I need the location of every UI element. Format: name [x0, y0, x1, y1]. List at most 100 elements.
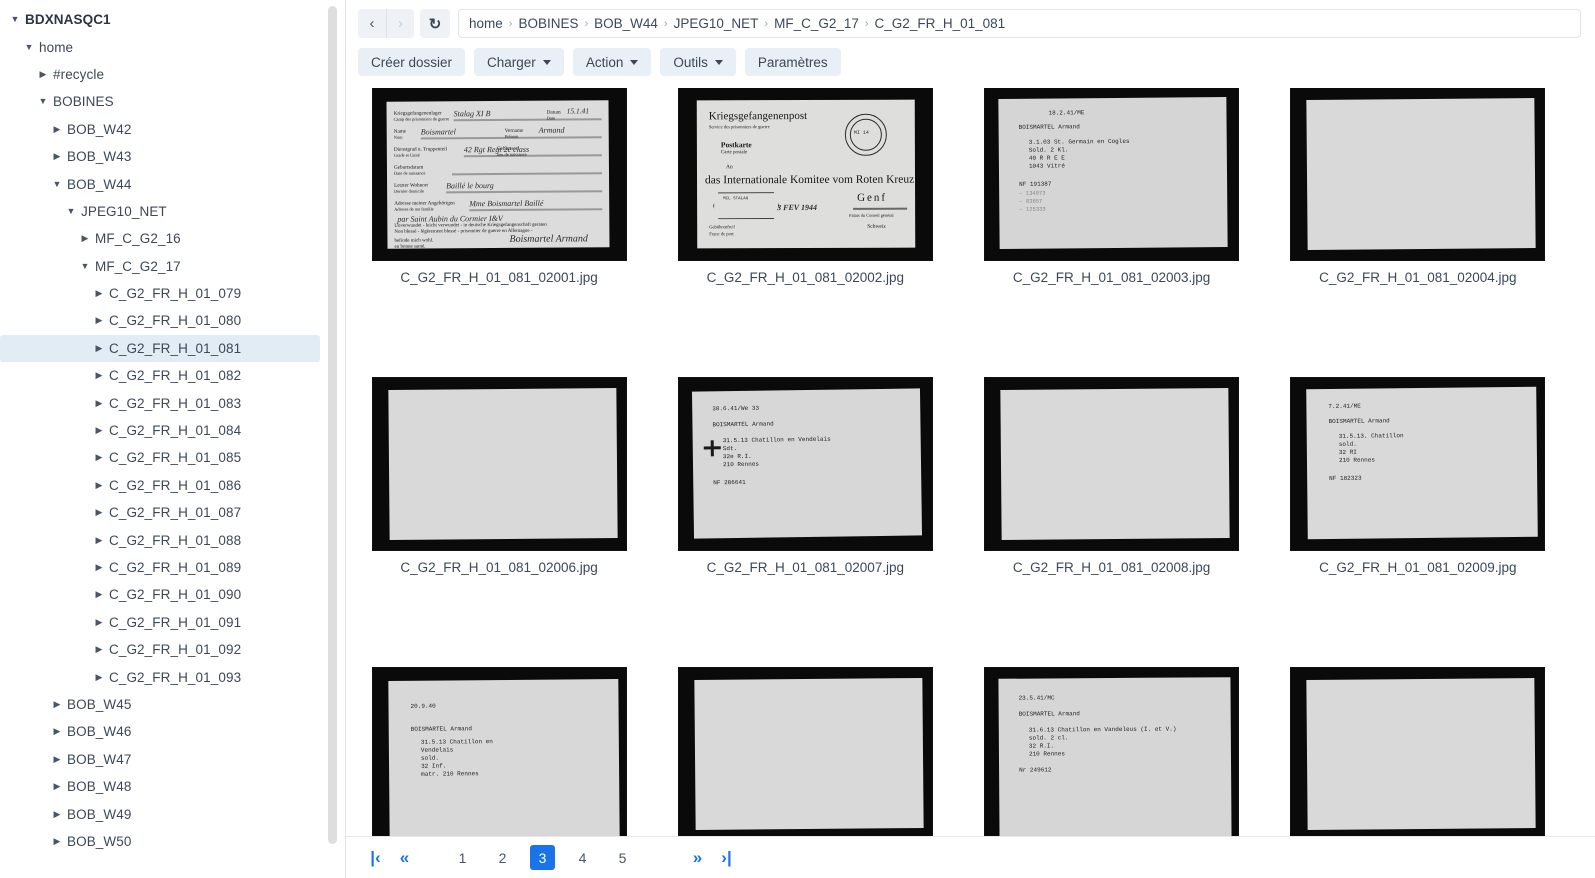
toolbar-button-param-tres[interactable]: Paramètres: [744, 48, 841, 76]
tree-item-bob-w50[interactable]: ▶ BOB_W50: [0, 828, 320, 855]
sidebar-scrollbar[interactable]: [328, 6, 337, 844]
toolbar-button-outils[interactable]: Outils: [660, 48, 736, 76]
tree-item-home[interactable]: ▼ home: [0, 33, 320, 60]
card-line-l3: 31.5.13 Chatillon en: [420, 738, 493, 746]
pagination-page-5[interactable]: 5: [610, 845, 635, 870]
tree-item-c-g2-fr-h-01-079[interactable]: ▶ C_G2_FR_H_01_079: [0, 280, 320, 307]
back-button[interactable]: ‹: [358, 9, 386, 38]
tree-item-bob-w44[interactable]: ▼ BOB_W44: [0, 170, 320, 197]
breadcrumb[interactable]: home › BOBINES › BOB_W44 › JPEG10_NET › MF_C_G2_…: [458, 9, 1581, 38]
thumbnail-item[interactable]: Kriegsgefangenenlager Camp des prisonnier…: [370, 88, 628, 287]
breadcrumb-item-3[interactable]: JPEG10_NET: [674, 16, 759, 31]
pagination-page-3[interactable]: 3: [530, 845, 555, 870]
chevron-right-icon[interactable]: ▶: [92, 645, 106, 654]
chevron-right-icon[interactable]: ▶: [92, 426, 106, 435]
chevron-down-icon[interactable]: ▼: [8, 15, 22, 24]
refresh-button[interactable]: ↻: [420, 9, 450, 38]
chevron-right-icon[interactable]: ▶: [92, 563, 106, 572]
breadcrumb-item-5[interactable]: C_G2_FR_H_01_081: [875, 16, 1006, 31]
tree-item-bobines[interactable]: ▼ BOBINES: [0, 88, 320, 115]
tree-item-c-g2-fr-h-01-083[interactable]: ▶ C_G2_FR_H_01_083: [0, 389, 320, 416]
tree-item-bob-w48[interactable]: ▶ BOB_W48: [0, 773, 320, 800]
tree-item-c-g2-fr-h-01-093[interactable]: ▶ C_G2_FR_H_01_093: [0, 663, 320, 690]
thumbnail-item[interactable]: Kriegsgefangenenpost Service des prisonni…: [676, 88, 934, 287]
breadcrumb-item-0[interactable]: home: [469, 16, 503, 31]
tree-item-bob-w46[interactable]: ▶ BOB_W46: [0, 718, 320, 745]
chevron-right-icon[interactable]: ▶: [50, 152, 64, 161]
chevron-right-icon[interactable]: ▶: [50, 727, 64, 736]
chevron-right-icon[interactable]: ▶: [92, 480, 106, 490]
tree-item-c-g2-fr-h-01-089[interactable]: ▶ C_G2_FR_H_01_089: [0, 554, 320, 581]
pagination-next-button[interactable]: »: [684, 845, 711, 870]
chevron-right-icon[interactable]: ▶: [50, 699, 64, 709]
breadcrumb-item-2[interactable]: BOB_W44: [594, 16, 658, 31]
chevron-down-icon[interactable]: ▼: [50, 179, 64, 189]
chevron-right-icon[interactable]: ▶: [50, 754, 64, 764]
thumbnail-item[interactable]: 20.9.40 BOISMARTEL Armand 31.5.13 Chatillo…: [370, 668, 628, 836]
toolbar-button-action[interactable]: Action: [572, 48, 652, 76]
tree-item-c-g2-fr-h-01-086[interactable]: ▶ C_G2_FR_H_01_086: [0, 472, 320, 499]
thumbnail-item[interactable]: [1289, 668, 1547, 836]
tree-item-bob-w49[interactable]: ▶ BOB_W49: [0, 800, 320, 827]
chevron-right-icon[interactable]: ▶: [92, 289, 106, 298]
chevron-right-icon[interactable]: ▶: [92, 617, 106, 627]
tree-item-c-g2-fr-h-01-080[interactable]: ▶ C_G2_FR_H_01_080: [0, 307, 320, 334]
tree-item-bob-w45[interactable]: ▶ BOB_W45: [0, 691, 320, 718]
chevron-down-icon[interactable]: ▼: [36, 97, 50, 106]
tree-item-jpeg10-net[interactable]: ▼ JPEG10_NET: [0, 198, 320, 225]
chevron-right-icon[interactable]: ▶: [50, 809, 64, 819]
thumbnail-item[interactable]: 18.2.41/ME BOISMARTEL Armand 3.1.03 St. Ge…: [983, 88, 1241, 287]
breadcrumb-item-4[interactable]: MF_C_G2_17: [774, 16, 859, 31]
thumbnail-item[interactable]: [676, 668, 934, 836]
chevron-right-icon[interactable]: ▶: [92, 590, 106, 599]
chevron-down-icon[interactable]: ▼: [64, 206, 78, 216]
tree-item-c-g2-fr-h-01-084[interactable]: ▶ C_G2_FR_H_01_084: [0, 417, 320, 444]
tree-item-c-g2-fr-h-01-088[interactable]: ▶ C_G2_FR_H_01_088: [0, 526, 320, 553]
chevron-down-icon[interactable]: ▼: [22, 42, 36, 52]
thumbnail-item[interactable]: 7.2.41/ME BOISMARTEL Armand 31.5.13. Chati…: [1289, 378, 1547, 577]
chevron-right-icon[interactable]: ▶: [92, 343, 106, 353]
toolbar-button-charger[interactable]: Charger: [474, 48, 564, 76]
tree-item-bob-w43[interactable]: ▶ BOB_W43: [0, 143, 320, 170]
tree-item-bob-w42[interactable]: ▶ BOB_W42: [0, 116, 320, 143]
pagination-page-2[interactable]: 2: [490, 845, 515, 870]
tree-item--recycle[interactable]: ▶ #recycle: [0, 61, 320, 88]
tree-item-bob-w47[interactable]: ▶ BOB_W47: [0, 746, 320, 773]
tree-item-c-g2-fr-h-01-085[interactable]: ▶ C_G2_FR_H_01_085: [0, 444, 320, 471]
chevron-down-icon[interactable]: ▼: [78, 261, 92, 271]
chevron-right-icon[interactable]: ▶: [50, 124, 64, 134]
chevron-right-icon[interactable]: ▶: [50, 836, 64, 846]
chevron-right-icon[interactable]: ▶: [92, 672, 106, 682]
chevron-right-icon[interactable]: ▶: [50, 782, 64, 791]
breadcrumb-item-1[interactable]: BOBINES: [518, 16, 578, 31]
pagination-page-4[interactable]: 4: [570, 845, 595, 870]
thumbnail-item[interactable]: C_G2_FR_H_01_081_02006.jpg: [370, 378, 628, 577]
pagination-prev-button[interactable]: «: [391, 845, 418, 870]
tree-item-c-g2-fr-h-01-091[interactable]: ▶ C_G2_FR_H_01_091: [0, 609, 320, 636]
tree-item-c-g2-fr-h-01-082[interactable]: ▶ C_G2_FR_H_01_082: [0, 362, 320, 389]
tree-item-mf-c-g2-17[interactable]: ▼ MF_C_G2_17: [0, 253, 320, 280]
tree-item-c-g2-fr-h-01-087[interactable]: ▶ C_G2_FR_H_01_087: [0, 499, 320, 526]
thumbnail-item[interactable]: C_G2_FR_H_01_081_02008.jpg: [983, 378, 1241, 577]
tree-item-c-g2-fr-h-01-081[interactable]: ▶ C_G2_FR_H_01_081: [0, 334, 320, 363]
tree-item-bdxnasqc1[interactable]: ▼ BDXNASQC1: [0, 6, 320, 33]
tree-item-mf-c-g2-16[interactable]: ▶ MF_C_G2_16: [0, 225, 320, 252]
pagination-page-1[interactable]: 1: [450, 845, 475, 870]
chevron-right-icon[interactable]: ▶: [92, 398, 106, 408]
chevron-right-icon[interactable]: ▶: [92, 371, 106, 380]
chevron-right-icon[interactable]: ▶: [92, 535, 106, 545]
toolbar-button-cr-er-dossier[interactable]: Créer dossier: [358, 48, 466, 76]
tree-item-c-g2-fr-h-01-090[interactable]: ▶ C_G2_FR_H_01_090: [0, 581, 320, 608]
chevron-right-icon[interactable]: ▶: [92, 453, 106, 462]
chevron-right-icon[interactable]: ▶: [92, 316, 106, 325]
tree-item-c-g2-fr-h-01-092[interactable]: ▶ C_G2_FR_H_01_092: [0, 636, 320, 663]
thumbnail-item[interactable]: C_G2_FR_H_01_081_02004.jpg: [1289, 88, 1547, 287]
chevron-right-icon[interactable]: ▶: [92, 508, 106, 517]
pagination-first-button[interactable]: |‹: [362, 845, 389, 870]
pagination-last-button[interactable]: ›|: [713, 845, 740, 870]
chevron-right-icon[interactable]: ▶: [36, 69, 50, 79]
thumbnail-item[interactable]: 23.5.41/MC BOISMARTEL Armand 31.6.13 Chati…: [983, 668, 1241, 836]
forward-button[interactable]: ›: [386, 9, 414, 38]
thumbnail-item[interactable]: 30.6.41/We 33 BOISMARTEL Armand 31.5.13 Ch…: [676, 378, 934, 577]
chevron-right-icon[interactable]: ▶: [78, 234, 92, 243]
